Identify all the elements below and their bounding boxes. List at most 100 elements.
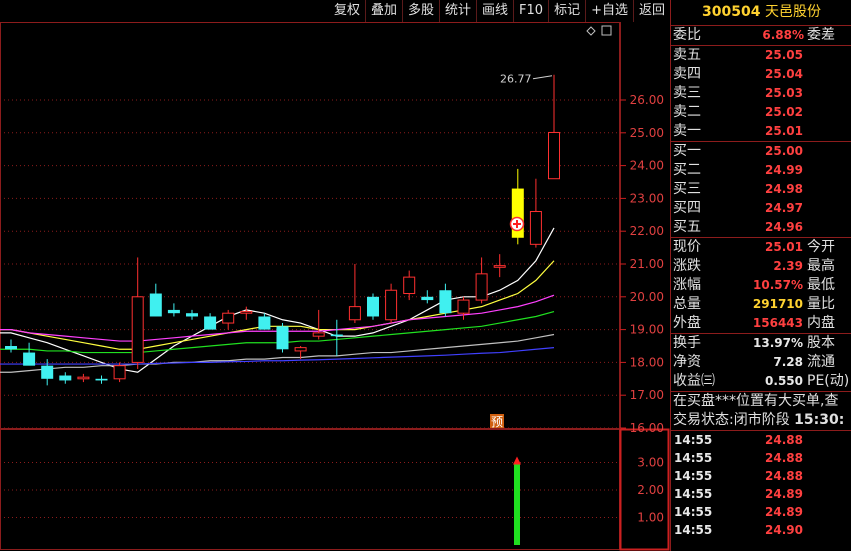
toolbar-button-8[interactable]: 返回 [632,0,670,22]
chart-toolbar: 复权 叠加 多股 统计 画线 F10 标记 +自选 返回 [329,0,670,22]
tick-time: 14:55 [674,505,713,519]
toolbar-button-3[interactable]: 统计 [439,0,476,22]
candle-body [294,347,307,352]
bid-price: 24.97 [765,201,803,215]
stats-row: 换手 13.97% 股本 [671,334,851,353]
order-ratio-label: 委比 [673,27,701,43]
candle-body [113,365,126,380]
tick-price: 24.88 [765,433,803,447]
bid-price: 24.99 [765,163,803,177]
candle-body [312,332,325,337]
toolbar-button-1[interactable]: 叠加 [364,0,402,22]
candle-body [421,296,434,301]
price-axis-label: 26.00 [630,93,664,107]
ask-row[interactable]: 卖四 25.04 [671,65,851,84]
candle-body [59,375,72,381]
candle-body [258,316,271,330]
price-axis-label: 25.00 [630,126,664,140]
bid-row[interactable]: 买一 25.00 [671,142,851,161]
quote-label2: 量比 [807,296,835,312]
bid-row[interactable]: 买三 24.98 [671,180,851,199]
ask-row[interactable]: 卖一 25.01 [671,122,851,141]
tick-time: 14:55 [674,433,713,447]
candle-body [186,313,198,317]
toolbar-button-6[interactable]: 标记 [548,0,585,22]
price-axis-label: 19.00 [630,323,664,337]
toolbar-button-7[interactable]: +自选 [585,0,633,22]
moving-average-line [0,227,555,373]
quote-row: 涨跌 2.39 最高 [671,257,851,276]
ask-row[interactable]: 卖五 25.05 [671,46,851,65]
candle-body [222,312,235,324]
kline-chart-area[interactable]: 26.00 25.00 24.00 23.00 22.00 21.00 20.00 19.00… [0,0,670,551]
candle-body [385,289,398,321]
candle-body [529,211,542,245]
quote-row: 总量 291710 量比 [671,295,851,314]
candle-body [77,376,90,380]
stock-name: 天邑股份 [764,4,821,20]
bid-list: 买一 25.00 买二 24.99 买三 24.98 买四 24.97 买五 24.96 [671,142,851,237]
candle-body [204,316,217,330]
kline-chart[interactable]: 26.00 25.00 24.00 23.00 22.00 21.00 20.00 19.00… [0,0,670,551]
bid-row[interactable]: 买四 24.97 [671,199,851,218]
diamond-icon [586,26,596,36]
price-axis-label: 22.00 [630,224,664,238]
price-axis-label: 23.00 [630,191,664,205]
price-axis-label: 21.00 [630,257,664,271]
tick-list[interactable]: 14:55 24.88 14:55 24.88 14:55 24.88 14:55 24.89… [671,431,851,539]
candle-body [348,306,361,321]
bid-row[interactable]: 买五 24.96 [671,218,851,237]
ask-row[interactable]: 卖二 25.02 [671,103,851,122]
fundamental-stats: 换手 13.97% 股本 净资 7.28 流通 收益㈢ 0.550 PE(动) [671,334,851,391]
stats-row: 净资 7.28 流通 [671,353,851,372]
volume-bar [514,462,520,545]
stock-title[interactable]: 300504 天邑股份 [671,0,851,26]
candle-body [276,326,289,350]
candle-body [149,293,162,317]
tick-price: 24.88 [765,469,803,483]
quote-stats: 现价 25.01 今开 涨跌 2.39 最高 涨幅 10.57% 最低 总量 291710 量比 外盘 1… [671,238,851,333]
ask-row[interactable]: 卖三 25.03 [671,84,851,103]
tick-price: 24.89 [765,487,803,501]
price-axis-label: 20.00 [630,290,664,304]
pre-marker-label: 预 [491,415,503,429]
candle-body [5,346,17,350]
candle-body [41,365,54,379]
candle-body [493,265,506,268]
candle-body [439,290,452,314]
trade-status-time: 15:30: [794,412,845,428]
window-icon [601,25,612,36]
toolbar-button-4[interactable]: 画线 [476,0,513,22]
tick-row: 14:55 24.90 [671,521,851,539]
stock-code: 300504 [702,4,761,20]
quote-label2: 内盘 [807,315,835,331]
bid-price: 24.96 [765,220,803,234]
tick-row: 14:55 24.88 [671,449,851,467]
ask-price: 25.05 [765,48,803,62]
quote-label2: 最低 [807,277,835,293]
volume-axis-label: 1.00 [637,511,664,525]
volume-axis-label: 3.00 [637,456,664,470]
bid-price: 24.98 [765,182,803,196]
ask-price: 25.01 [765,124,803,138]
toolbar-button-5[interactable]: F10 [513,0,548,22]
tick-price: 24.88 [765,451,803,465]
candle-body [475,273,488,301]
high-price-pointer [532,75,553,80]
tick-row: 14:55 24.88 [671,467,851,485]
tick-time: 14:55 [674,487,713,501]
quote-value: 2.39 [773,259,803,273]
candle-body [131,296,144,363]
trade-status: 交易状态:闭市阶段 15:30: [671,411,851,430]
price-axis-label: 24.00 [630,159,664,173]
order-alert-message[interactable]: 在买盘***位置有大买单,查 [671,392,851,411]
bid-row[interactable]: 买二 24.99 [671,161,851,180]
candle-body [548,131,560,180]
candle-body [457,299,470,314]
tick-row: 14:55 24.88 [671,431,851,449]
stats-label2: 股本 [807,335,835,351]
toolbar-button-0[interactable]: 复权 [329,0,365,22]
price-axis-label: 18.00 [630,355,664,369]
toolbar-button-2[interactable]: 多股 [401,0,439,22]
tick-time: 14:55 [674,469,713,483]
